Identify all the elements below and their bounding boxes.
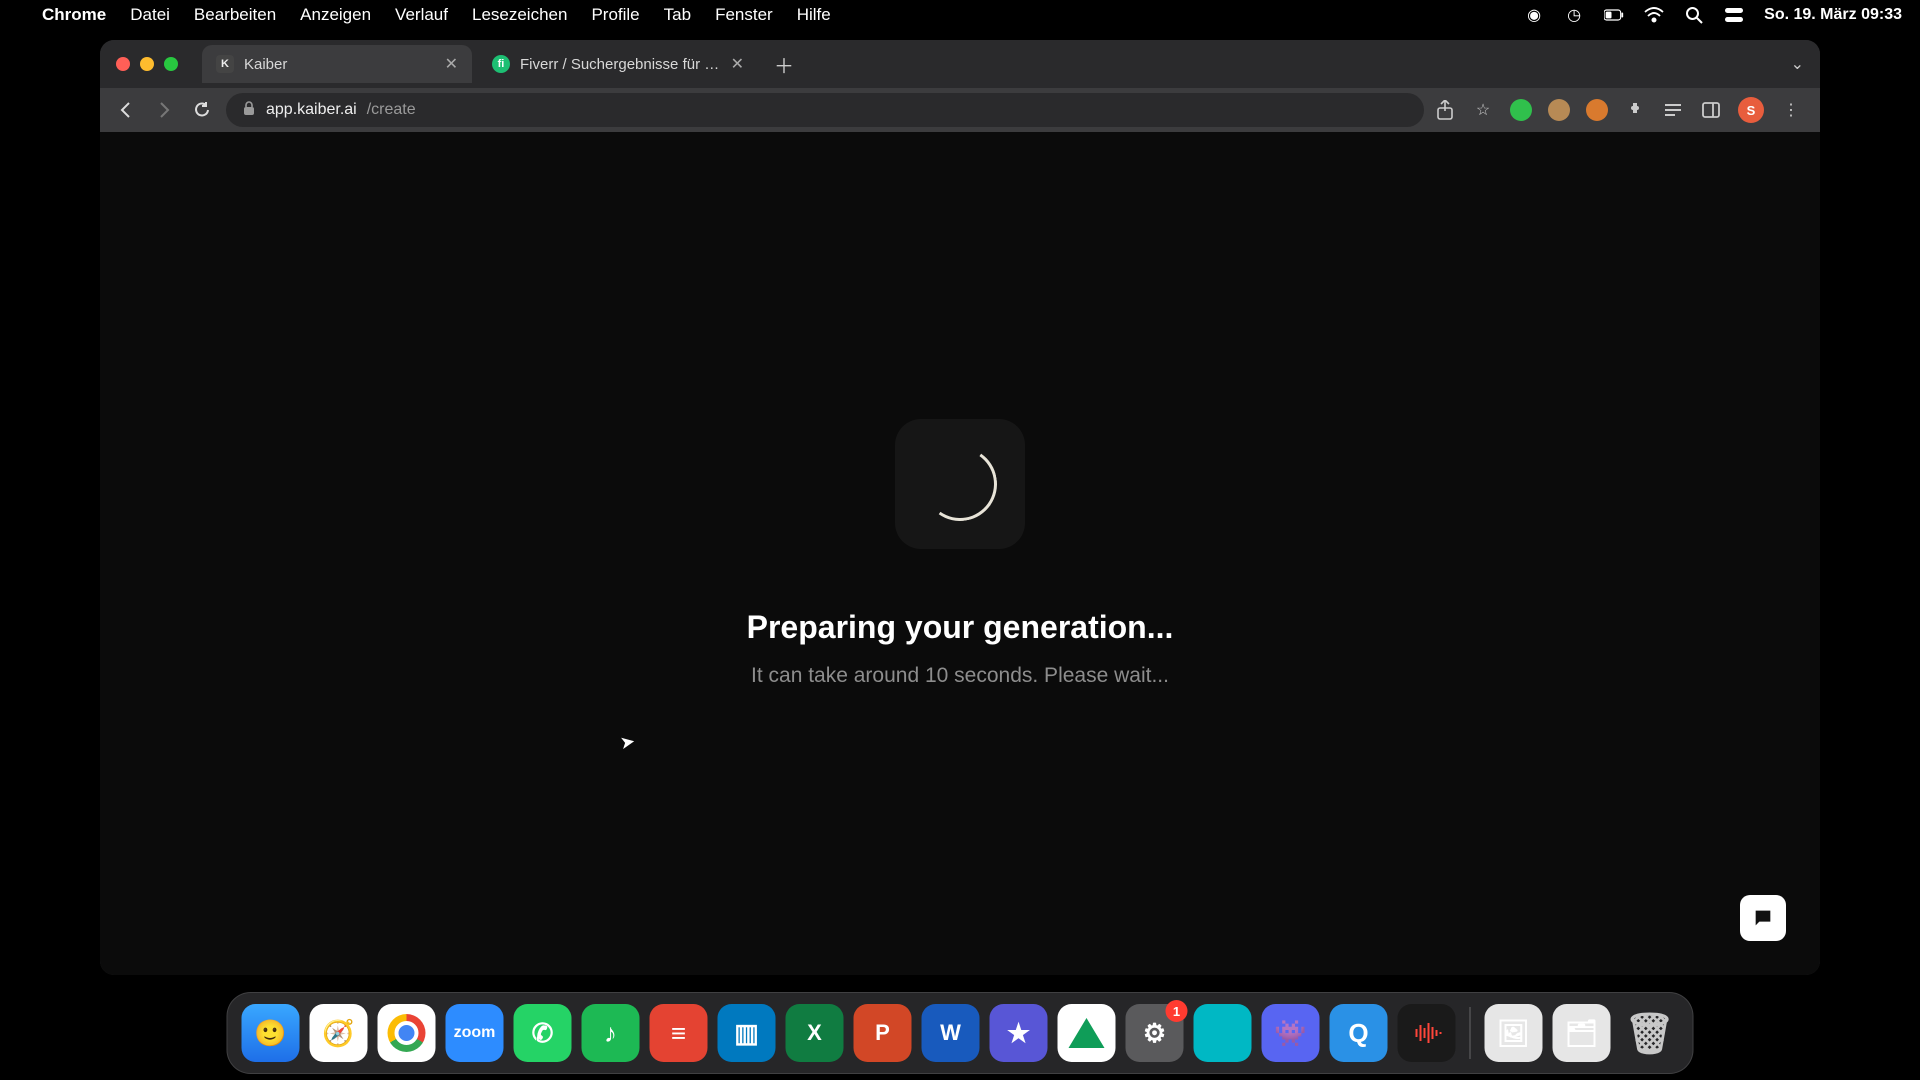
dock-safari[interactable]: 🧭 <box>310 1004 368 1062</box>
dock-separator <box>1470 1007 1471 1059</box>
dock-app-teal[interactable] <box>1194 1004 1252 1062</box>
extension-icon-3[interactable] <box>1586 99 1608 121</box>
lock-icon <box>242 100 256 121</box>
dock-chrome[interactable] <box>378 1004 436 1062</box>
dock-discord[interactable]: 👾 <box>1262 1004 1320 1062</box>
menu-hilfe[interactable]: Hilfe <box>797 5 831 25</box>
settings-badge: 1 <box>1166 1000 1188 1022</box>
menu-bearbeiten[interactable]: Bearbeiten <box>194 5 276 25</box>
wifi-icon[interactable] <box>1644 5 1664 25</box>
menu-fenster[interactable]: Fenster <box>715 5 773 25</box>
tab-favicon: fi <box>492 55 510 73</box>
window-fullscreen-button[interactable] <box>164 57 178 71</box>
menu-anzeigen[interactable]: Anzeigen <box>300 5 371 25</box>
browser-tab-fiverr[interactable]: fi Fiverr / Suchergebnisse für „lo ✕ <box>478 45 758 83</box>
dock-todoist[interactable]: ≡ <box>650 1004 708 1062</box>
macos-dock: 🙂 🧭 zoom ✆ ♪ ≡ ▥ X P W ★ ⚙1 👾 Q 🖼 🗂 🗑 <box>227 992 1694 1074</box>
reload-button[interactable] <box>188 96 216 124</box>
dock-voicememos[interactable] <box>1398 1004 1456 1062</box>
loading-heading: Preparing your generation... <box>747 609 1174 646</box>
dock-system-settings[interactable]: ⚙1 <box>1126 1004 1184 1062</box>
bookmark-star-icon[interactable]: ☆ <box>1472 99 1494 121</box>
dock-googledrive[interactable] <box>1058 1004 1116 1062</box>
dock-zoom[interactable]: zoom <box>446 1004 504 1062</box>
menubar-datetime[interactable]: So. 19. März 09:33 <box>1764 6 1902 24</box>
window-close-button[interactable] <box>116 57 130 71</box>
mouse-cursor-icon: ➤ <box>618 731 637 754</box>
record-status-icon[interactable]: ◉ <box>1524 5 1544 25</box>
dock-spotify[interactable]: ♪ <box>582 1004 640 1062</box>
page-content: Preparing your generation... It can take… <box>100 132 1820 975</box>
tab-title: Fiverr / Suchergebnisse für „lo <box>520 56 721 73</box>
dock-imovie[interactable]: ★ <box>990 1004 1048 1062</box>
dock-whatsapp[interactable]: ✆ <box>514 1004 572 1062</box>
dock-preview[interactable]: 🖼 <box>1485 1004 1543 1062</box>
tab-close-icon[interactable]: ✕ <box>445 54 458 74</box>
address-path: /create <box>367 101 416 119</box>
chrome-menu-icon[interactable]: ⋮ <box>1780 99 1802 121</box>
menu-tab[interactable]: Tab <box>664 5 691 25</box>
browser-toolbar: app.kaiber.ai/create ☆ S ⋮ <box>100 88 1820 132</box>
menu-lesezeichen[interactable]: Lesezeichen <box>472 5 567 25</box>
dock-finder[interactable]: 🙂 <box>242 1004 300 1062</box>
dock-desktop-stack[interactable]: 🗂 <box>1553 1004 1611 1062</box>
dock-quicktime[interactable]: Q <box>1330 1004 1388 1062</box>
forward-button[interactable] <box>150 96 178 124</box>
tab-favicon: K <box>216 55 234 73</box>
spinner-icon <box>917 441 1003 527</box>
dock-excel[interactable]: X <box>786 1004 844 1062</box>
browser-window: K Kaiber ✕ fi Fiverr / Suchergebnisse fü… <box>100 40 1820 975</box>
reading-list-icon[interactable] <box>1662 99 1684 121</box>
tab-overflow-button[interactable]: ⌄ <box>1791 54 1820 74</box>
menu-datei[interactable]: Datei <box>130 5 170 25</box>
extension-icon-2[interactable] <box>1548 99 1570 121</box>
window-minimize-button[interactable] <box>140 57 154 71</box>
dock-powerpoint[interactable]: P <box>854 1004 912 1062</box>
battery-icon[interactable] <box>1604 5 1624 25</box>
control-center-icon[interactable] <box>1724 5 1744 25</box>
address-host: app.kaiber.ai <box>266 101 357 119</box>
active-app-name[interactable]: Chrome <box>42 5 106 25</box>
tab-close-icon[interactable]: ✕ <box>731 54 744 74</box>
loading-spinner-card <box>895 419 1025 549</box>
loading-subtext: It can take around 10 seconds. Please wa… <box>751 664 1169 688</box>
spotlight-search-icon[interactable] <box>1684 5 1704 25</box>
macos-menubar: Chrome Datei Bearbeiten Anzeigen Verlauf… <box>0 0 1920 30</box>
timer-icon[interactable]: ◷ <box>1564 5 1584 25</box>
dock-word[interactable]: W <box>922 1004 980 1062</box>
tab-strip: K Kaiber ✕ fi Fiverr / Suchergebnisse fü… <box>100 40 1820 88</box>
tab-title: Kaiber <box>244 56 435 73</box>
dock-trello[interactable]: ▥ <box>718 1004 776 1062</box>
share-icon[interactable] <box>1434 99 1456 121</box>
back-button[interactable] <box>112 96 140 124</box>
menu-profile[interactable]: Profile <box>591 5 639 25</box>
extension-icon-1[interactable] <box>1510 99 1532 121</box>
menu-verlauf[interactable]: Verlauf <box>395 5 448 25</box>
sidepanel-icon[interactable] <box>1700 99 1722 121</box>
new-tab-button[interactable]: ＋ <box>768 48 800 80</box>
address-bar[interactable]: app.kaiber.ai/create <box>226 93 1424 127</box>
profile-avatar[interactable]: S <box>1738 97 1764 123</box>
extensions-puzzle-icon[interactable] <box>1624 99 1646 121</box>
window-controls <box>116 57 178 71</box>
browser-tab-kaiber[interactable]: K Kaiber ✕ <box>202 45 472 83</box>
support-chat-button[interactable] <box>1740 895 1786 941</box>
dock-trash[interactable]: 🗑 <box>1621 1004 1679 1062</box>
